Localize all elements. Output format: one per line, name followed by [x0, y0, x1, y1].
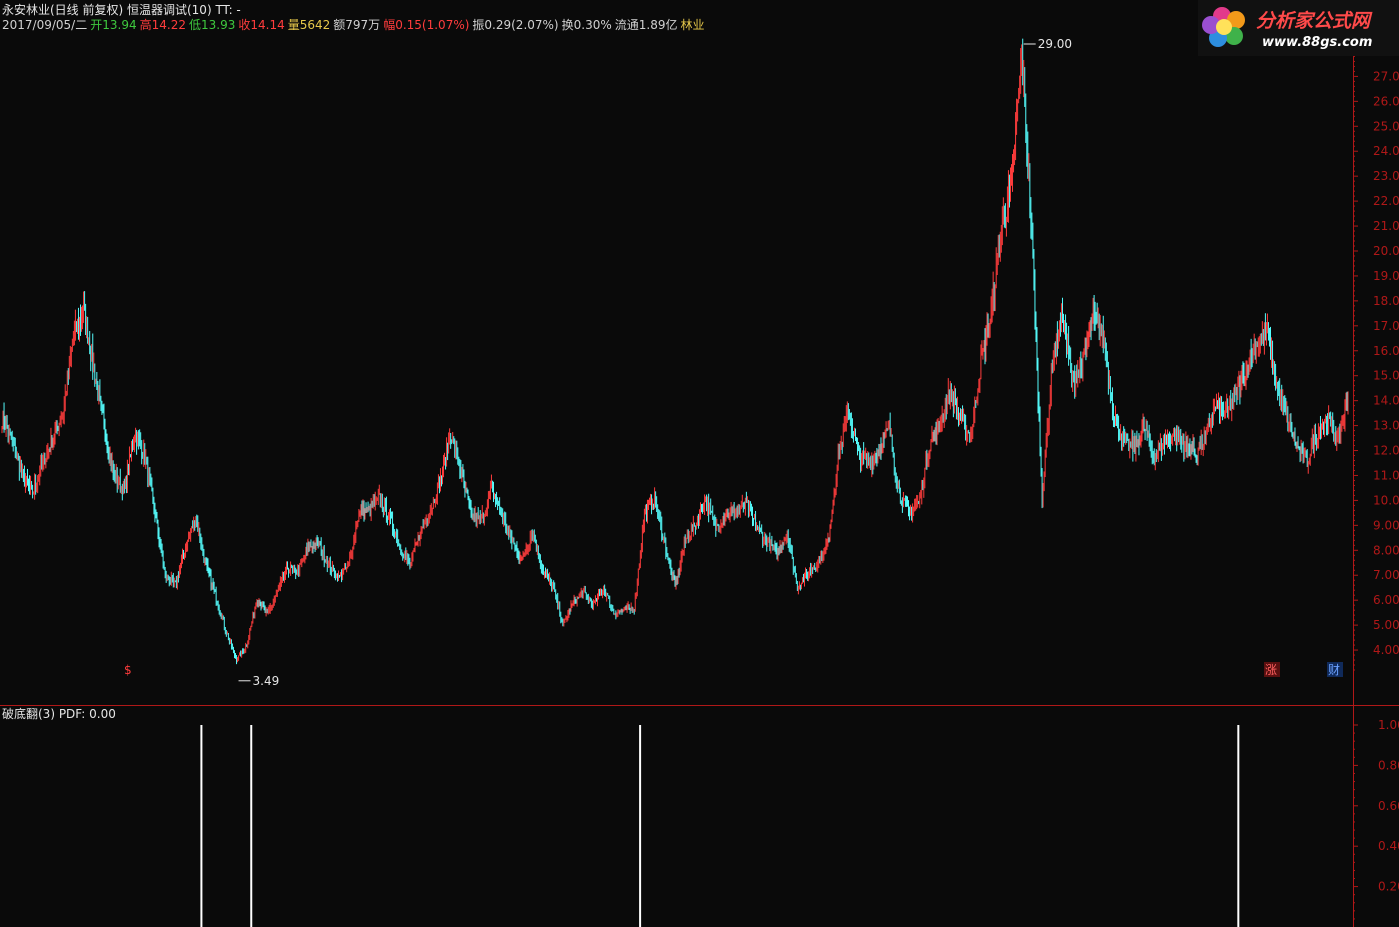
high-label: 高: [139, 18, 152, 32]
price-tick-label: 20.00: [1373, 244, 1399, 258]
indicator-title: 破底翻(3) PDF: 0.00: [2, 707, 119, 721]
logo: 分析家公式网 www.88gs.com: [1198, 0, 1399, 56]
min-price-label: 3.49: [253, 674, 280, 688]
price-tick-label: 23.00: [1373, 169, 1399, 183]
volume-value: 5642: [299, 18, 331, 32]
price-tick-label: 22.00: [1373, 194, 1399, 208]
price-tick-label: 21.00: [1373, 219, 1399, 233]
turnover-value: 换0.30%: [561, 18, 612, 32]
change-label: 幅: [383, 18, 396, 32]
price-annotations: 29.00 3.49 $ 涨 财: [124, 37, 1343, 688]
chart-frame: [0, 30, 1399, 927]
quote-line: 2017/09/05/二 开13.94 高14.22 低13.93 收14.14 量564…: [2, 18, 708, 32]
dollar-marker: $: [124, 663, 132, 677]
low-value: 13.93: [200, 18, 236, 32]
change-value: 0.15(1.07%): [395, 18, 470, 32]
price-tick-label: 13.00: [1373, 419, 1399, 433]
indicator-axis: 1.00 0.80 0.60 0.40 0.20: [1353, 718, 1399, 920]
zhang-marker: 涨: [1265, 662, 1277, 677]
amount-value: 额797万: [333, 18, 381, 32]
open-label: 开: [90, 18, 103, 32]
chart-canvas: 4.00 5.00 6.00 7.00 8.00 9.00 10.00 11.00 12.00 1…: [0, 30, 1399, 927]
price-tick-label: 4.00: [1373, 643, 1399, 657]
sector-value: 林业: [680, 18, 705, 32]
quote-date: 2017/09/05/二: [2, 18, 88, 32]
chart-title: 永安林业(日线 前复权) 恒温器调试(10) TT: -: [2, 3, 244, 17]
price-tick-label: 10.00: [1373, 493, 1399, 507]
title-line: 永安林业(日线 前复权) 恒温器调试(10) TT: -: [2, 3, 241, 17]
volume-label: 量: [287, 18, 300, 32]
price-tick-label: 7.00: [1373, 568, 1399, 582]
price-tick-label: 6.00: [1373, 593, 1399, 607]
price-tick-label: 25.00: [1373, 119, 1399, 133]
close-value: 14.14: [250, 18, 285, 32]
price-tick-label: 16.00: [1373, 344, 1399, 358]
price-tick-label: 11.00: [1373, 468, 1399, 482]
high-value: 14.22: [151, 18, 186, 32]
price-tick-label: 8.00: [1373, 543, 1399, 557]
price-tick-label: 12.00: [1373, 444, 1399, 458]
price-tick-label: 18.00: [1373, 294, 1399, 308]
float-value: 流通1.89亿: [614, 18, 678, 32]
price-tick-label: 17.00: [1373, 319, 1399, 333]
price-tick-label: 26.00: [1373, 94, 1399, 108]
price-tick-label: 27.00: [1373, 69, 1399, 83]
price-tick-label: 5.00: [1373, 618, 1399, 632]
candlestick-series: [1, 38, 1349, 665]
close-label: 收: [238, 18, 251, 32]
open-value: 13.94: [102, 18, 137, 32]
indicator-bars: [200, 725, 1240, 927]
indicator-tick-label: 0.80: [1378, 758, 1399, 772]
cai-marker: 财: [1328, 663, 1340, 677]
indicator-tick-label: 0.40: [1378, 839, 1399, 853]
indicator-title-text: 破底翻(3) PDF: 0.00: [2, 707, 116, 721]
price-tick-label: 9.00: [1373, 518, 1399, 532]
logo-name: 分析家公式网: [1256, 10, 1371, 32]
max-price-label: 29.00: [1038, 37, 1072, 51]
price-tick-label: 19.00: [1373, 269, 1399, 283]
price-tick-label: 24.00: [1373, 144, 1399, 158]
logo-url: www.88gs.com: [1262, 35, 1373, 50]
low-label: 低: [188, 18, 201, 32]
indicator-tick-label: 0.60: [1378, 799, 1399, 813]
amplitude-value: 振0.29(2.07%): [472, 18, 559, 32]
price-axis: 4.00 5.00 6.00 7.00 8.00 9.00 10.00 11.00 12.00 1…: [1353, 44, 1399, 671]
indicator-tick-label: 0.20: [1378, 880, 1399, 894]
price-tick-label: 15.00: [1373, 369, 1399, 383]
price-tick-label: 14.00: [1373, 394, 1399, 408]
indicator-tick-label: 1.00: [1378, 718, 1399, 732]
